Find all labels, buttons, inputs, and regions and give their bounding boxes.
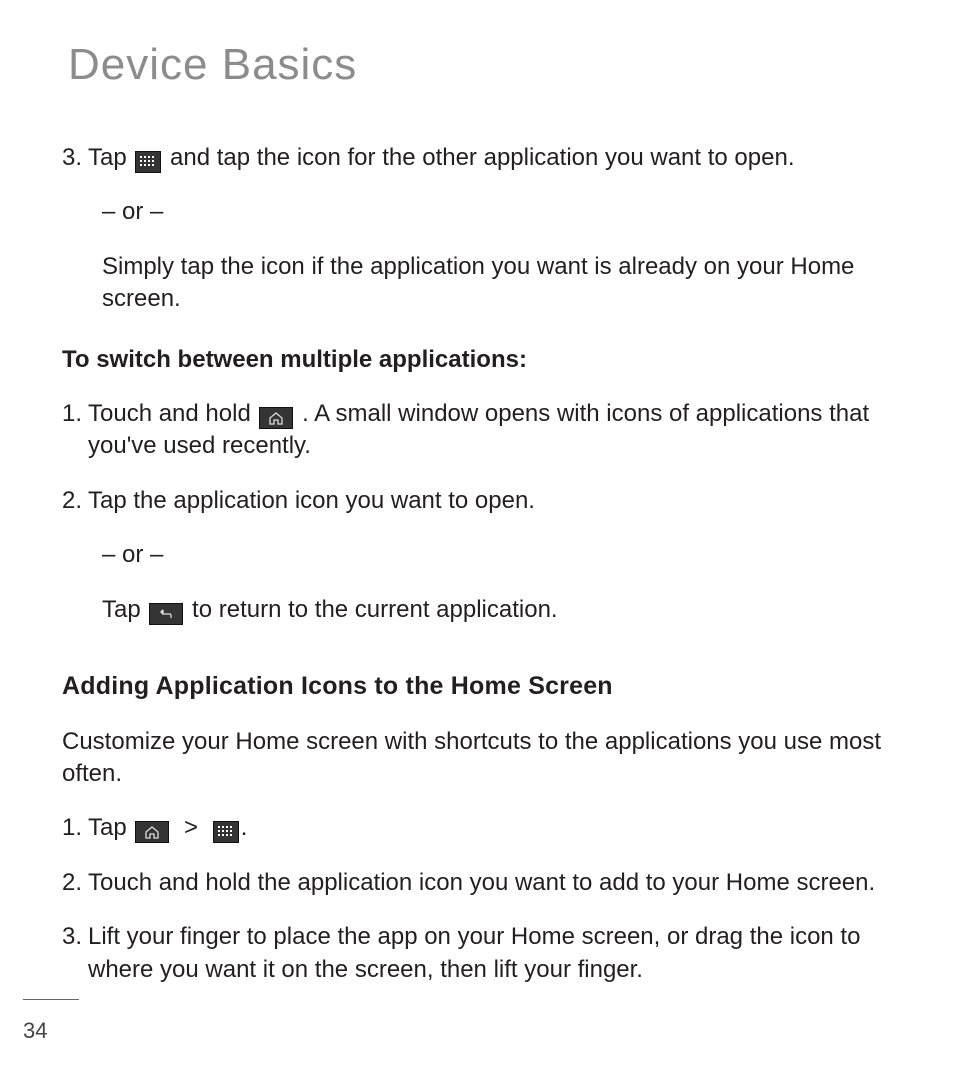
page-number: 34 bbox=[23, 1018, 47, 1044]
text-fragment: Tap bbox=[88, 814, 133, 841]
text-fragment: Tap bbox=[88, 144, 133, 171]
page-title: Device Basics bbox=[68, 40, 894, 90]
apps-grid-icon bbox=[213, 821, 239, 843]
or-divider: – or – bbox=[62, 539, 894, 571]
step-3-alt: Simply tap the icon if the application y… bbox=[62, 251, 894, 316]
step-text: Lift your finger to place the app on you… bbox=[88, 921, 894, 986]
add-step-2: 2. Touch and hold the application icon y… bbox=[62, 867, 894, 899]
text-fragment: Tap bbox=[102, 596, 147, 623]
switch-step-2: 2. Tap the application icon you want to … bbox=[62, 485, 894, 517]
step-text: Tap and tap the icon for the other appli… bbox=[88, 142, 894, 174]
back-icon bbox=[149, 603, 183, 625]
switch-step-1: 1. Touch and hold . A small window opens… bbox=[62, 398, 894, 463]
text-fragment: to return to the current application. bbox=[192, 596, 558, 623]
step-text: Touch and hold the application icon you … bbox=[88, 867, 894, 899]
step-text: Tap the application icon you want to ope… bbox=[88, 485, 894, 517]
step-3: 3. Tap and tap the icon for the other ap… bbox=[62, 142, 894, 174]
home-icon bbox=[259, 407, 293, 429]
apps-grid-icon bbox=[135, 151, 161, 173]
text-fragment: and tap the icon for the other applicati… bbox=[170, 144, 794, 171]
add-step-3: 3. Lift your finger to place the app on … bbox=[62, 921, 894, 986]
step-number: 1. bbox=[62, 398, 88, 463]
step-text: Touch and hold . A small window opens wi… bbox=[88, 398, 894, 463]
home-icon bbox=[135, 821, 169, 843]
text-fragment: . bbox=[241, 814, 248, 841]
step-number: 2. bbox=[62, 867, 88, 899]
step-text: Tap > . bbox=[88, 812, 894, 844]
path-separator: > bbox=[184, 814, 198, 841]
add-heading: Adding Application Icons to the Home Scr… bbox=[62, 670, 894, 704]
switch-step-2-alt: Tap to return to the current application… bbox=[62, 594, 894, 626]
footer-rule bbox=[23, 999, 79, 1000]
text-fragment: Touch and hold bbox=[88, 400, 257, 427]
step-number: 2. bbox=[62, 485, 88, 517]
add-intro: Customize your Home screen with shortcut… bbox=[62, 726, 894, 791]
step-number: 1. bbox=[62, 812, 88, 844]
manual-page: Device Basics 3. Tap and tap the icon fo… bbox=[0, 0, 954, 1074]
switch-heading: To switch between multiple applications: bbox=[62, 344, 894, 376]
step-number: 3. bbox=[62, 142, 88, 174]
page-content: 3. Tap and tap the icon for the other ap… bbox=[62, 142, 894, 986]
step-number: 3. bbox=[62, 921, 88, 986]
or-divider: – or – bbox=[62, 196, 894, 228]
add-step-1: 1. Tap > . bbox=[62, 812, 894, 844]
